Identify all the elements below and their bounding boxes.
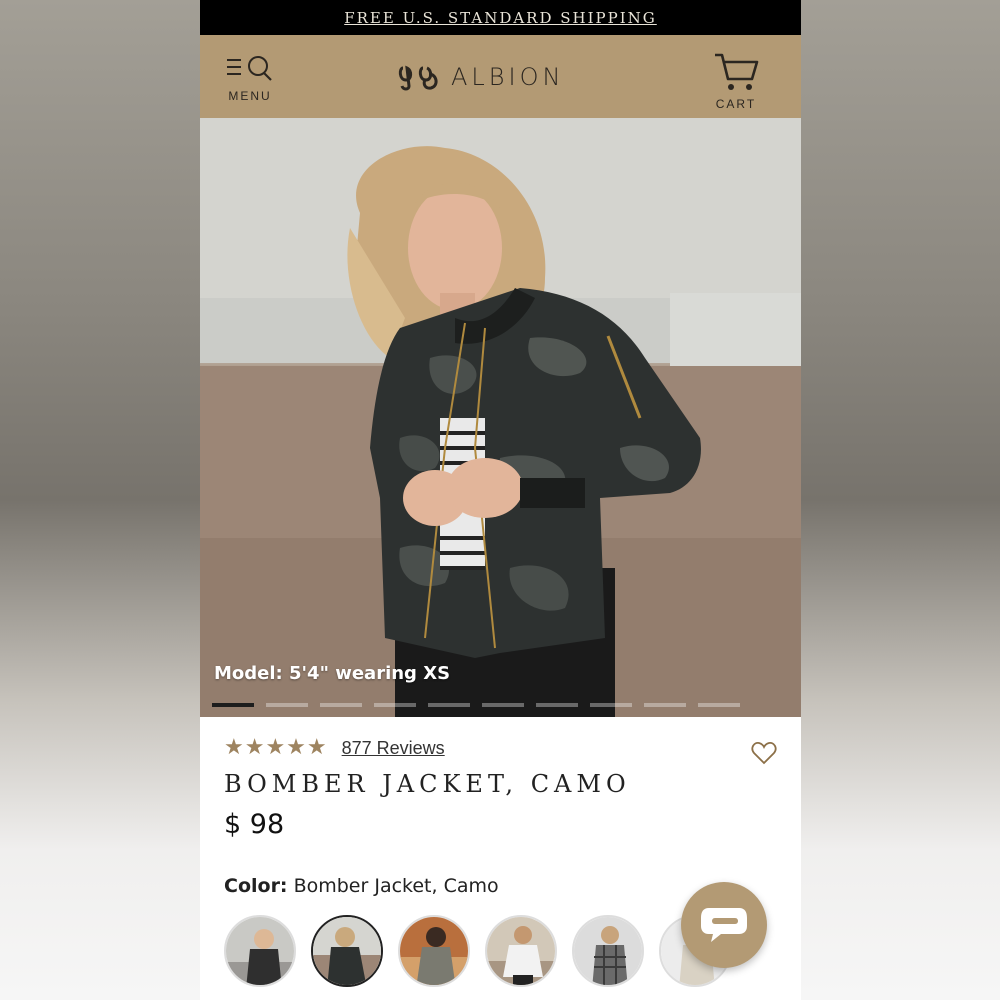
heart-icon[interactable]	[751, 741, 777, 765]
carousel-dot[interactable]	[374, 703, 416, 707]
color-swatch[interactable]	[224, 915, 296, 987]
carousel-dot[interactable]	[320, 703, 362, 707]
mobile-page: FREE U.S. STANDARD SHIPPING MENU ALBION	[200, 0, 801, 1000]
menu-label: MENU	[228, 89, 272, 103]
carousel-indicators	[212, 703, 740, 707]
chat-icon	[701, 908, 747, 942]
promo-bar: FREE U.S. STANDARD SHIPPING	[200, 0, 801, 35]
carousel-dot[interactable]	[212, 703, 254, 707]
promo-link[interactable]: FREE U.S. STANDARD SHIPPING	[344, 9, 657, 27]
menu-button[interactable]: MENU	[224, 55, 276, 113]
carousel-dot[interactable]	[428, 703, 470, 707]
color-selection: Color: Bomber Jacket, Camo	[224, 875, 499, 897]
color-label: Color:	[224, 875, 288, 897]
model-size-caption: Model: 5'4" wearing XS	[214, 663, 451, 684]
carousel-dot[interactable]	[698, 703, 740, 707]
product-image-carousel[interactable]: Model: 5'4" wearing XS	[200, 118, 801, 717]
product-price: $ 98	[224, 809, 285, 840]
menu-icon	[227, 56, 272, 81]
product-title: BOMBER JACKET, CAMO	[224, 770, 631, 798]
cart-button[interactable]: CART	[711, 51, 761, 111]
brand-name: ALBION	[451, 63, 565, 91]
reviews-link[interactable]: 877 Reviews	[342, 738, 445, 759]
product-rating[interactable]: ★★★★★ 877 Reviews	[224, 737, 445, 759]
cart-icon	[715, 53, 759, 90]
carousel-dot[interactable]	[536, 703, 578, 707]
color-swatches	[224, 915, 731, 987]
cart-label: CART	[715, 97, 757, 111]
color-swatch[interactable]	[572, 915, 644, 987]
product-photo	[200, 118, 801, 717]
brand-logo[interactable]: ALBION	[397, 62, 564, 92]
chat-button[interactable]	[681, 882, 767, 968]
color-swatch[interactable]	[485, 915, 557, 987]
background-right	[800, 0, 1000, 1000]
carousel-dot[interactable]	[266, 703, 308, 707]
background-left	[0, 0, 200, 1000]
color-swatch[interactable]	[398, 915, 470, 987]
carousel-dot[interactable]	[644, 703, 686, 707]
carousel-dot[interactable]	[590, 703, 632, 707]
star-icon: ★★★★★	[224, 735, 328, 760]
color-value: Bomber Jacket, Camo	[293, 875, 499, 897]
site-header: MENU ALBION CART	[200, 35, 801, 118]
carousel-dot[interactable]	[482, 703, 524, 707]
color-swatch-selected[interactable]	[311, 915, 383, 987]
logo-icon	[398, 65, 438, 91]
